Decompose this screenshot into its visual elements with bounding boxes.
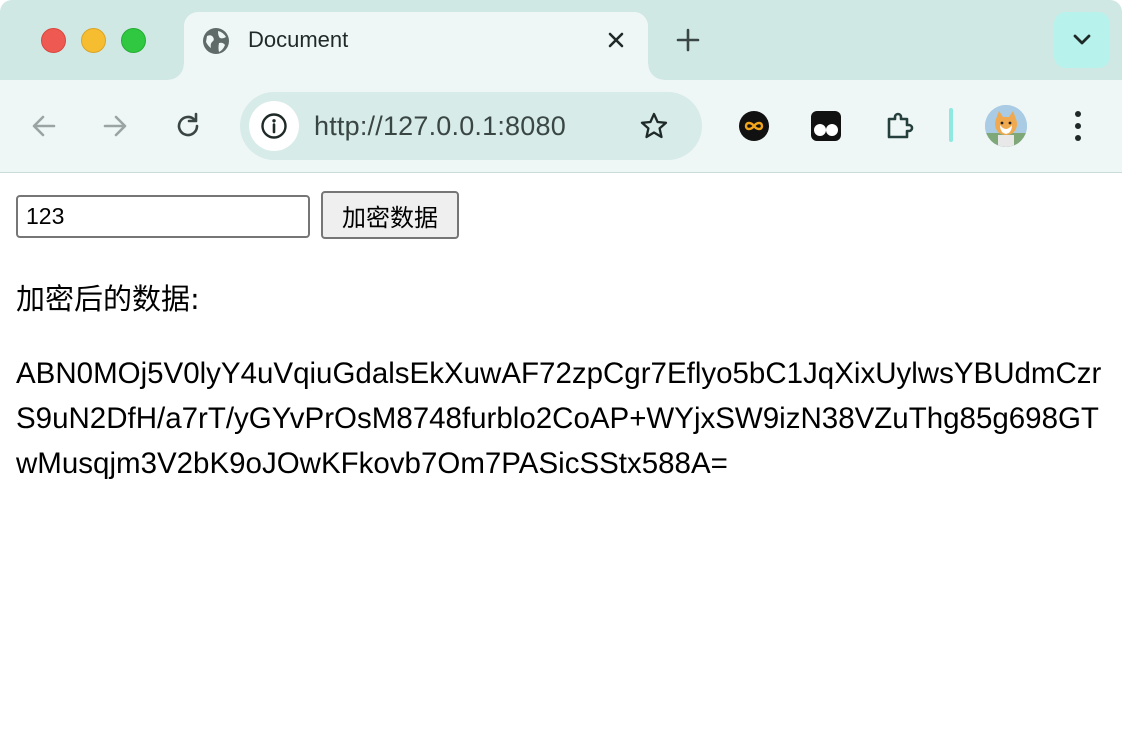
extensions-menu-button[interactable] [881,108,917,144]
encrypt-button[interactable]: 加密数据 [321,191,459,239]
vertical-dots-icon [1075,111,1081,141]
plaintext-input[interactable] [16,195,310,238]
extension-tampermonkey-button[interactable] [808,108,844,144]
star-icon [640,112,668,139]
tab-document[interactable]: Document [168,12,664,80]
profile-avatar[interactable] [985,105,1027,147]
tampermonkey-icon [811,111,841,141]
tab-title: Document [248,27,349,52]
browser-menu-button[interactable] [1058,105,1098,147]
tab-close-button[interactable] [602,26,630,54]
minimize-window-button[interactable] [81,28,106,53]
back-button[interactable] [24,106,64,146]
browser-toolbar: http://127.0.0.1:8080 [0,80,1122,173]
globe-icon [203,28,229,54]
new-tab-button[interactable] [670,22,706,58]
arrow-right-icon [103,115,127,137]
url-text[interactable]: http://127.0.0.1:8080 [314,111,566,142]
close-icon [608,32,624,48]
page-content: 加密数据 加密后的数据: ABN0MOj5V0lyY4uVqiuGdalsEkX… [0,174,1122,750]
chevron-down-icon [1073,34,1091,45]
result-label: 加密后的数据: [16,282,200,316]
encrypted-result-text: ABN0MOj5V0lyY4uVqiuGdalsEkXuwAF72zpCgr7E… [16,357,1102,480]
extension-infinity-button[interactable] [736,108,772,144]
reload-button[interactable] [168,106,208,146]
tab-strip: Document [0,0,1122,80]
tab-search-button[interactable] [1054,12,1110,68]
close-window-button[interactable] [41,28,66,53]
arrow-left-icon [32,115,56,137]
info-icon [261,113,287,139]
bookmark-button[interactable] [636,108,672,144]
maximize-window-button[interactable] [121,28,146,53]
toolbar-divider [949,108,953,142]
site-info-button[interactable] [249,101,299,151]
address-bar[interactable]: http://127.0.0.1:8080 [240,92,702,160]
infinity-icon [739,111,769,141]
forward-button[interactable] [95,106,135,146]
plus-icon [676,28,700,52]
puzzle-piece-icon [887,112,914,139]
avatar-image [985,105,1027,147]
reload-icon [177,112,199,137]
browser-window: Document http://127.0.0.1:8080 123 加密数据 … [0,0,1122,750]
